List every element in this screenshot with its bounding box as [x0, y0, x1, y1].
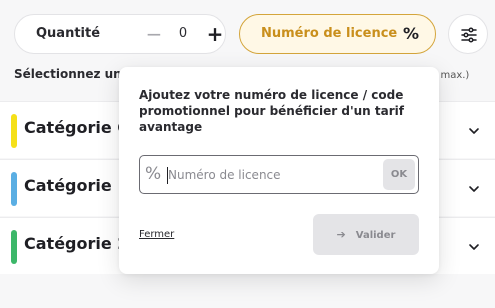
- category-color-bar: [11, 114, 17, 148]
- quantity-stepper: Quantité − 0 +: [14, 14, 226, 54]
- increase-button[interactable]: +: [204, 23, 226, 45]
- licence-number-button[interactable]: Numéro de licence %: [239, 14, 436, 54]
- arrow-right-icon: ➔: [336, 228, 346, 241]
- decrease-button[interactable]: −: [145, 23, 163, 45]
- quantity-label: Quantité: [36, 26, 101, 41]
- licence-popup: Ajoutez votre numéro de licence / code p…: [119, 67, 439, 274]
- submit-label: Valider: [355, 230, 396, 241]
- category-name: Catégorie 2: [24, 234, 129, 253]
- category-color-bar: [11, 172, 17, 206]
- percent-icon: %: [403, 24, 420, 43]
- category-color-bar: [11, 230, 17, 264]
- chevron-down-icon[interactable]: [467, 182, 481, 196]
- close-link[interactable]: Fermer: [139, 229, 174, 240]
- percent-icon: %: [145, 164, 162, 184]
- chevron-down-icon[interactable]: [467, 124, 481, 138]
- licence-number-input[interactable]: [168, 161, 383, 189]
- popup-message: Ajoutez votre numéro de licence / code p…: [139, 88, 404, 134]
- chevron-down-icon[interactable]: [467, 240, 481, 254]
- category-name: Catégorie C: [24, 118, 130, 137]
- filter-button[interactable]: [448, 14, 488, 54]
- licence-input-field: % OK: [139, 155, 419, 194]
- select-heading: Sélectionnez un: [14, 67, 122, 81]
- sliders-icon: [461, 27, 477, 43]
- category-name: Catégorie 1: [24, 176, 129, 195]
- quantity-value[interactable]: 0: [173, 24, 193, 44]
- licence-button-label: Numéro de licence: [261, 26, 398, 41]
- submit-button[interactable]: ➔ Valider: [313, 214, 419, 255]
- ok-button[interactable]: OK: [383, 159, 415, 190]
